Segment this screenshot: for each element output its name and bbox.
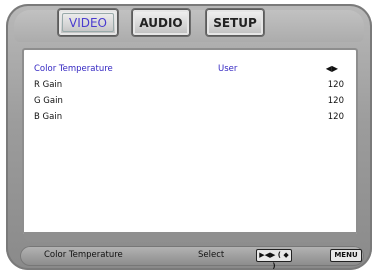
menu-row-g-gain[interactable]: G Gain 120 — [34, 94, 344, 108]
tab-setup[interactable]: SETUP — [206, 9, 264, 36]
menu-row-color-temperature[interactable]: Color Temperature User ◀▶ — [34, 62, 344, 76]
tab-audio-label: AUDIO — [139, 15, 183, 30]
row-label: Color Temperature — [34, 64, 113, 74]
status-bar: Color Temperature Select ▶◀▶ ( ◆ ) MENU — [20, 246, 364, 270]
status-title: Color Temperature — [44, 250, 123, 260]
menu-row-b-gain[interactable]: B Gain 120 — [34, 110, 344, 124]
tab-audio[interactable]: AUDIO — [132, 9, 190, 36]
left-right-arrows-icon: ◀▶ — [325, 64, 338, 73]
row-value: 120 — [327, 112, 344, 122]
row-label: R Gain — [34, 80, 63, 90]
row-value: 120 — [327, 80, 344, 90]
tab-video[interactable]: VIDEO — [58, 9, 118, 36]
row-value: User — [218, 64, 238, 74]
tab-setup-label: SETUP — [213, 15, 257, 30]
navigation-keys-icon: ▶◀▶ ( ◆ ) — [256, 249, 292, 270]
status-select-label: Select — [198, 250, 225, 260]
menu-key-icon: MENU — [330, 249, 362, 262]
row-value: 120 — [327, 96, 344, 106]
tab-video-label: VIDEO — [68, 15, 107, 30]
menu-row-r-gain[interactable]: R Gain 120 — [34, 78, 344, 92]
row-label: B Gain — [34, 112, 63, 122]
row-label: G Gain — [34, 96, 63, 106]
menu-panel: Color Temperature User ◀▶ R Gain 120 G G… — [22, 48, 358, 242]
